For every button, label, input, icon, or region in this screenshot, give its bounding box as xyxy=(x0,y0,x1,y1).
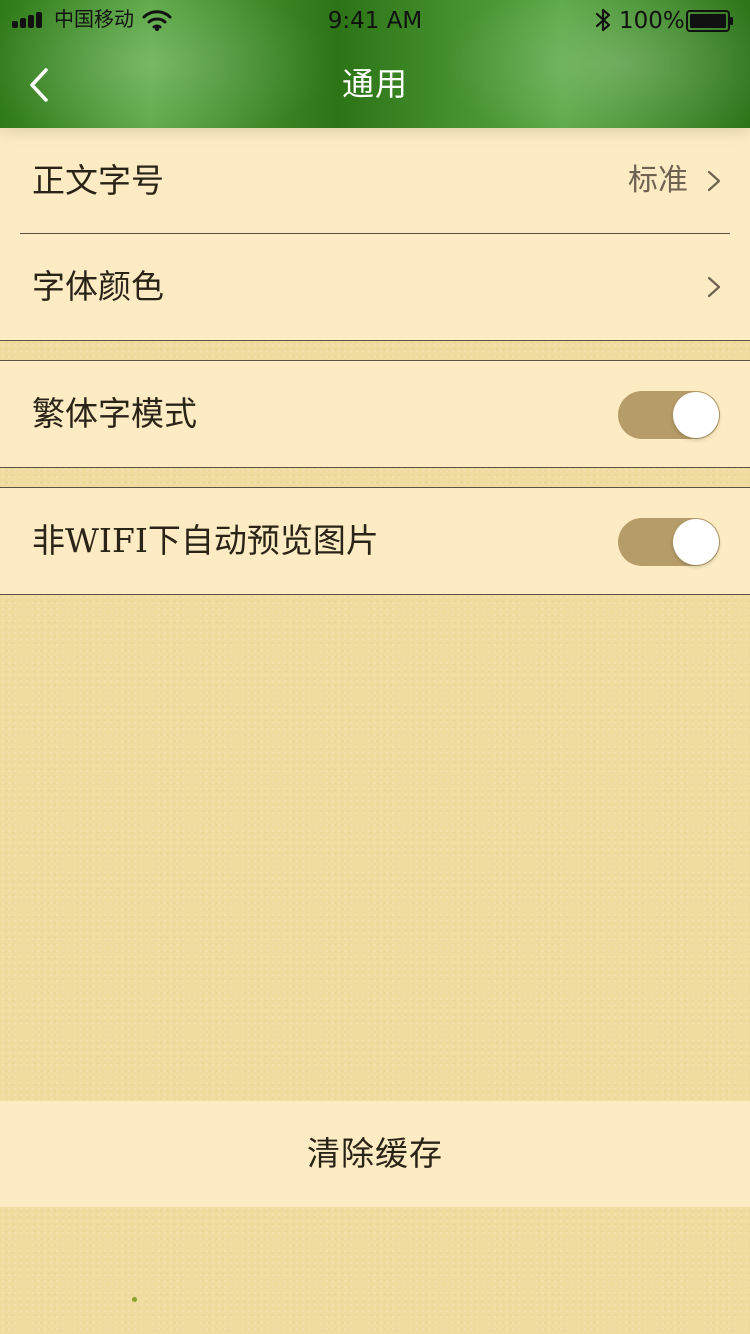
status-bar: 中国移动 9:41 AM 100% xyxy=(0,0,750,40)
auto-preview-setting-row: 非WIFI下自动预览图片 xyxy=(0,488,750,594)
battery-icon xyxy=(686,10,733,32)
chevron-right-icon xyxy=(707,276,721,298)
battery-percent: 100% xyxy=(619,8,685,34)
font-size-value: 标准 xyxy=(628,163,688,198)
font-size-label: 正文字号 xyxy=(32,161,164,200)
font-size-setting-row[interactable]: 正文字号 标准 xyxy=(0,128,750,234)
traditional-mode-setting-row: 繁体字模式 xyxy=(0,361,750,467)
page-title: 通用 xyxy=(341,65,408,103)
clear-cache-button[interactable]: 清除缓存 xyxy=(0,1101,750,1207)
decorative-dot xyxy=(132,1297,137,1302)
auto-preview-toggle[interactable] xyxy=(618,518,720,566)
auto-preview-label: 非WIFI下自动预览图片 xyxy=(32,521,379,560)
top-bar: 中国移动 9:41 AM 100% 通用 xyxy=(0,0,750,128)
display-settings-group: 正文字号 标准 字体颜色 xyxy=(0,128,750,341)
chevron-right-icon xyxy=(707,170,721,192)
image-preview-group: 非WIFI下自动预览图片 xyxy=(0,487,750,595)
traditional-mode-label: 繁体字模式 xyxy=(32,394,197,433)
traditional-mode-group: 繁体字模式 xyxy=(0,360,750,468)
toggle-knob xyxy=(673,392,719,438)
navigation-bar: 通用 xyxy=(0,40,750,128)
font-color-label: 字体颜色 xyxy=(32,267,164,306)
font-color-setting-row[interactable]: 字体颜色 xyxy=(0,234,750,340)
toggle-knob xyxy=(673,519,719,565)
bluetooth-icon xyxy=(595,8,611,32)
clear-cache-label: 清除缓存 xyxy=(307,1134,443,1173)
traditional-mode-toggle[interactable] xyxy=(618,391,720,439)
